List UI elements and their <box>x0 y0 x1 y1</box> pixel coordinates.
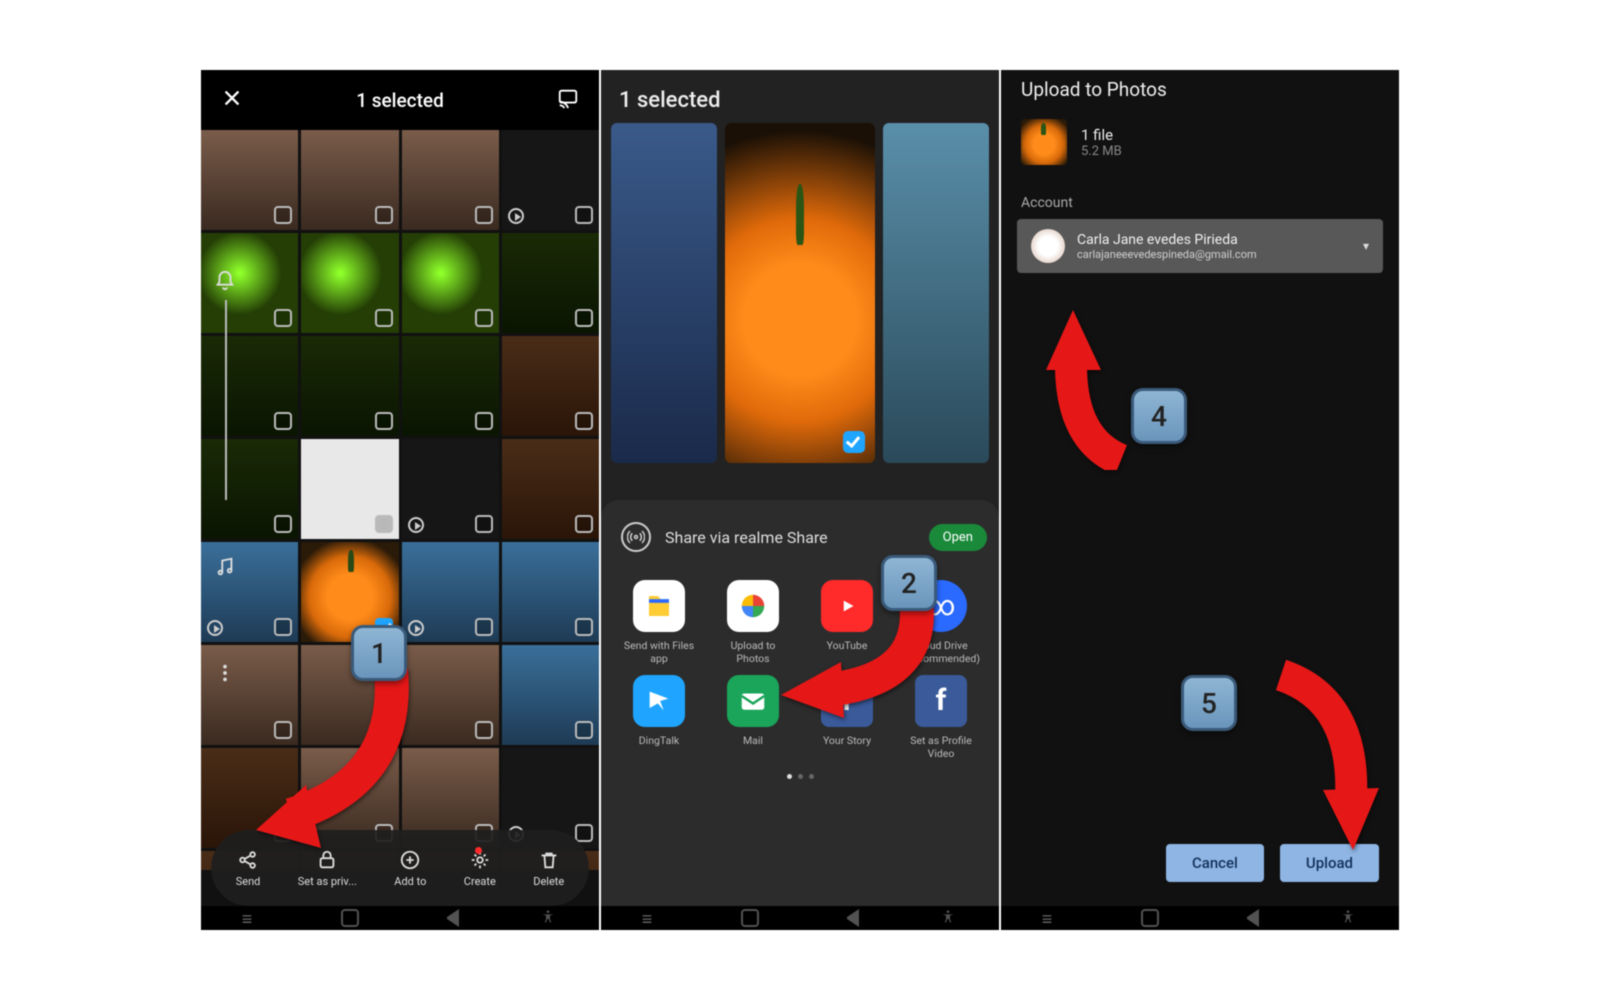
home-icon[interactable] <box>1141 909 1159 927</box>
android-navbar <box>601 906 999 930</box>
screen-3-upload-dialog: Upload to Photos 1 file 5.2 MB Account C… <box>1001 70 1399 930</box>
file-summary: 1 file 5.2 MB <box>1001 119 1399 183</box>
screen-2-share-sheet: 1 selected Open Share via realme Share <box>601 70 999 930</box>
selected-preview-strip[interactable] <box>601 123 999 463</box>
android-navbar <box>201 906 599 930</box>
step-badge-5: 5 <box>1181 675 1237 731</box>
open-chip[interactable]: Open <box>929 524 987 551</box>
avatar <box>1031 229 1065 263</box>
set-private-button[interactable]: Set as priv... <box>298 849 357 888</box>
music-icon[interactable] <box>214 556 236 582</box>
close-icon[interactable] <box>221 87 243 113</box>
share-files-app[interactable]: Send with Files app <box>615 580 703 665</box>
step-badge-4: 4 <box>1131 388 1187 444</box>
step-badge-2: 2 <box>881 555 937 611</box>
selected-checkmark-icon <box>843 431 865 453</box>
back-icon[interactable] <box>441 909 459 927</box>
screen-1-gallery-selection: 1 selected <box>201 70 599 930</box>
files-icon <box>633 580 685 632</box>
google-photos-icon <box>727 580 779 632</box>
upload-title: Upload to Photos <box>1001 70 1399 119</box>
android-navbar <box>1001 906 1399 930</box>
arrow-annotation <box>1041 310 1141 470</box>
step-badge-1: 1 <box>351 625 407 681</box>
selection-count: 1 selected <box>356 89 444 112</box>
account-selector[interactable]: Carla Jane evedes Pirieda carlajaneeeved… <box>1017 219 1383 273</box>
page-dots <box>615 774 985 779</box>
cancel-button[interactable]: Cancel <box>1166 844 1264 882</box>
mail-icon <box>727 675 779 727</box>
file-thumbnail <box>1021 119 1067 165</box>
arrow-annotation <box>251 660 411 850</box>
recents-icon[interactable] <box>642 909 660 927</box>
back-icon[interactable] <box>1241 909 1259 927</box>
notification-dot-icon <box>475 847 482 854</box>
arrow-annotation <box>1261 660 1381 850</box>
cast-icon[interactable] <box>557 87 579 113</box>
accessibility-icon[interactable] <box>1340 909 1358 927</box>
account-email: carlajaneeevedespineda@gmail.com <box>1077 248 1257 261</box>
account-name: Carla Jane evedes Pirieda <box>1077 232 1257 248</box>
recents-icon[interactable] <box>1042 909 1060 927</box>
broadcast-icon <box>621 522 651 552</box>
recents-icon[interactable] <box>242 909 260 927</box>
more-dots-icon[interactable] <box>214 662 236 688</box>
share-dingtalk[interactable]: DingTalk <box>615 675 703 760</box>
create-button[interactable]: Create <box>464 849 496 888</box>
file-count: 1 file <box>1081 126 1122 144</box>
selection-header: 1 selected <box>201 70 599 130</box>
account-label: Account <box>1001 183 1399 219</box>
pumpkin-preview[interactable] <box>725 123 874 463</box>
home-icon[interactable] <box>341 909 359 927</box>
home-icon[interactable] <box>741 909 759 927</box>
accessibility-icon[interactable] <box>540 909 558 927</box>
file-size: 5.2 MB <box>1081 144 1122 159</box>
delete-button[interactable]: Delete <box>533 849 564 888</box>
accessibility-icon[interactable] <box>940 909 958 927</box>
dingtalk-icon <box>633 675 685 727</box>
back-icon[interactable] <box>841 909 859 927</box>
bell-icon[interactable] <box>214 270 236 296</box>
send-button[interactable]: Send <box>236 849 261 888</box>
add-to-button[interactable]: Add to <box>394 849 426 888</box>
selection-count: 1 selected <box>601 70 999 123</box>
